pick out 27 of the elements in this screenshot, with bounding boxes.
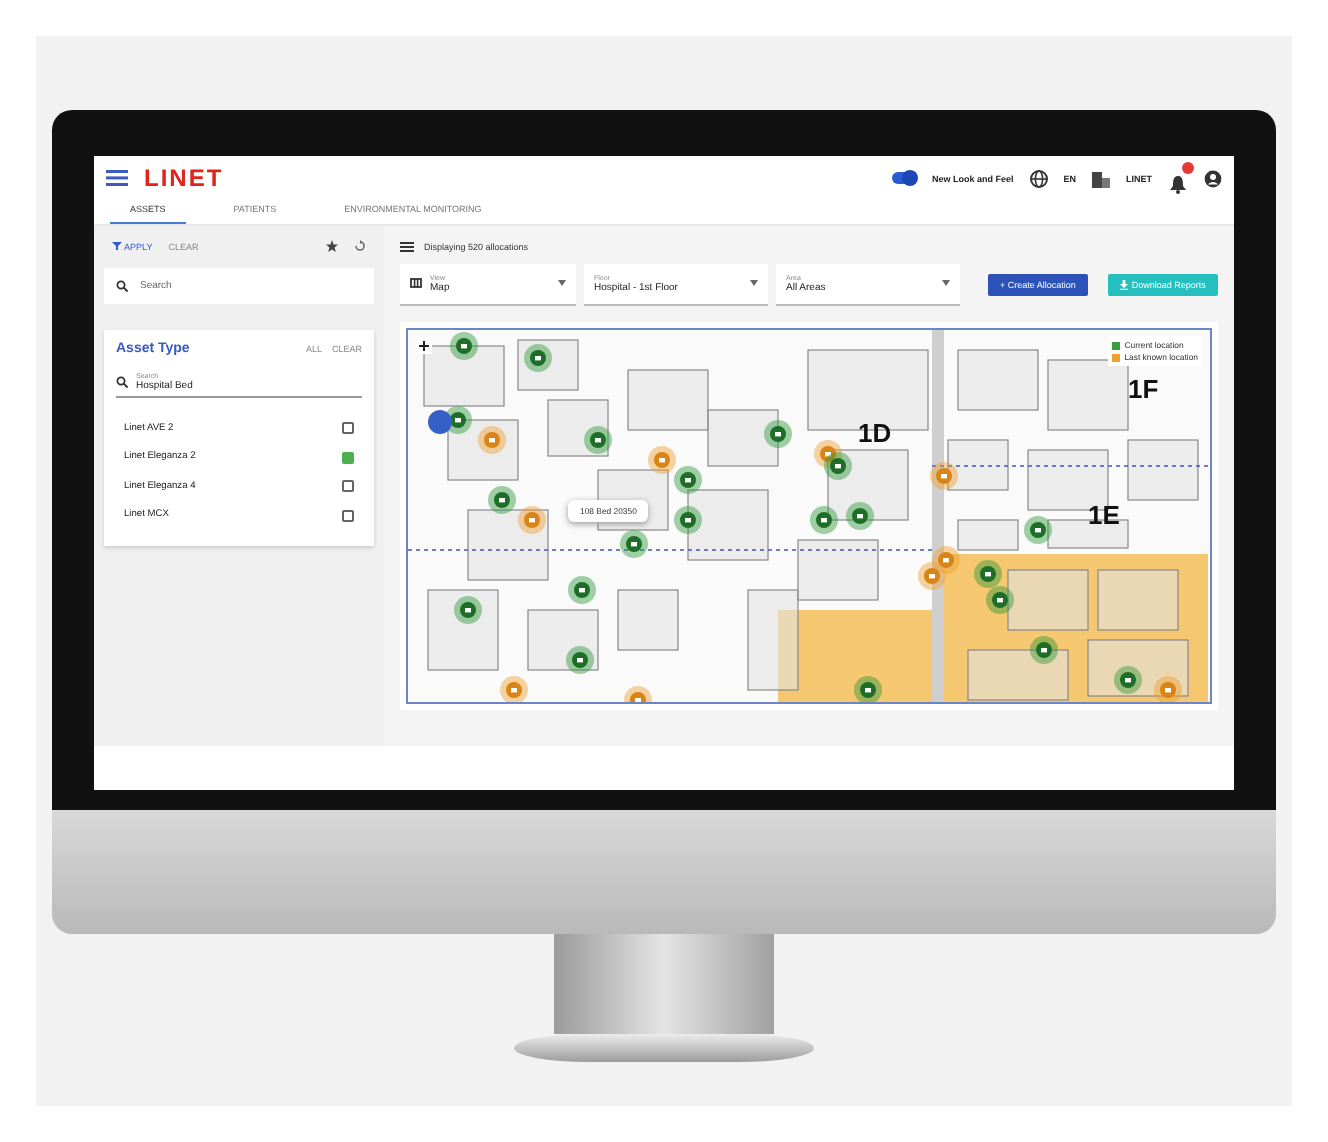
toggle-switch[interactable] <box>891 172 916 184</box>
globe-icon[interactable] <box>1029 169 1048 187</box>
checkbox[interactable] <box>342 509 354 522</box>
caret-icon <box>558 280 566 286</box>
search-icon <box>116 280 128 292</box>
caret-icon <box>942 280 950 286</box>
filter-icon <box>112 241 122 249</box>
brand-logo: LINET <box>144 164 224 192</box>
caret-icon <box>750 280 758 286</box>
checkbox[interactable] <box>342 422 354 435</box>
reset-icon[interactable] <box>354 240 366 252</box>
zone-label: 1E <box>1088 500 1120 530</box>
list-icon <box>400 241 414 251</box>
building-icon[interactable] <box>1092 169 1110 187</box>
bell-icon[interactable] <box>1168 174 1188 194</box>
search-icon <box>116 376 128 388</box>
zoom-in-icon[interactable] <box>416 338 432 354</box>
checkbox[interactable] <box>342 451 354 464</box>
user-icon[interactable] <box>1204 169 1222 187</box>
notification-dot <box>1182 162 1194 174</box>
menu-icon[interactable] <box>106 170 128 186</box>
star-icon[interactable] <box>326 240 338 252</box>
zone-label: 1D <box>858 418 892 448</box>
checkbox[interactable] <box>342 480 354 493</box>
download-icon <box>1119 279 1128 289</box>
map-icon <box>410 278 422 288</box>
zone-label: 1F <box>1128 374 1159 404</box>
